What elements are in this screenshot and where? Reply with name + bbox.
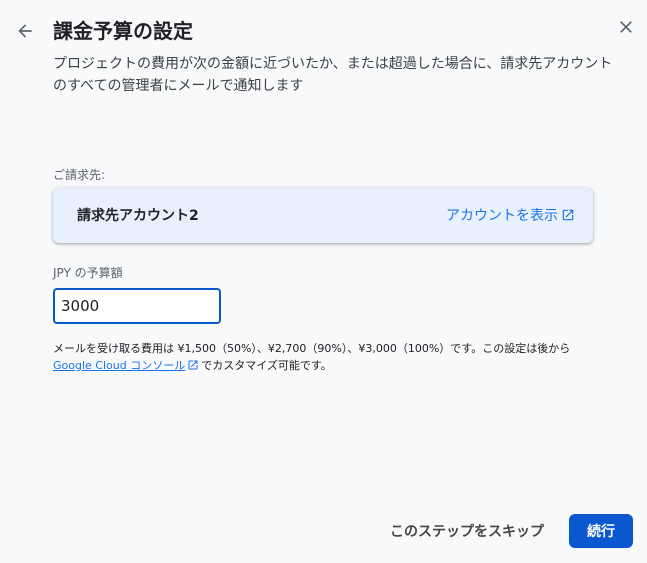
billing-account-card: 請求先アカウント2 アカウントを表示 <box>53 188 593 243</box>
view-account-link[interactable]: アカウントを表示 <box>446 205 575 225</box>
dialog-title: 課金予算の設定 <box>53 19 193 43</box>
cloud-console-link[interactable]: Google Cloud コンソール <box>53 359 185 372</box>
billing-account-name: 請求先アカウント2 <box>77 208 199 224</box>
view-account-link-label: アカウントを表示 <box>446 208 558 224</box>
continue-button[interactable]: 続行 <box>569 514 633 548</box>
cloud-console-link-label: Google Cloud コンソール <box>53 359 186 372</box>
open-in-new-icon <box>562 209 574 221</box>
open-in-new-icon <box>188 360 198 370</box>
notification-note: メールを受け取る費用は ¥1,500（50%）、¥2,700（90%）、¥3,0… <box>53 340 623 374</box>
close-button[interactable] <box>613 14 639 40</box>
back-button[interactable] <box>12 18 38 44</box>
budget-amount-label: JPY の予算額 <box>53 266 123 280</box>
note-text-before: メールを受け取る費用は ¥1,500（50%）、¥2,700（90%）、¥3,0… <box>53 342 571 355</box>
close-icon <box>620 21 632 33</box>
dialog-description: プロジェクトの費用が次の金額に近づいたか、または超過した場合に、請求先アカウント… <box>53 56 613 94</box>
budget-amount-input[interactable] <box>53 288 221 324</box>
note-text-after: でカスタマイズ可能です。 <box>201 359 332 372</box>
billing-account-label: ご請求先: <box>53 168 106 182</box>
skip-step-button[interactable]: このステップをスキップ <box>380 514 554 548</box>
arrow-left-icon <box>18 24 32 38</box>
